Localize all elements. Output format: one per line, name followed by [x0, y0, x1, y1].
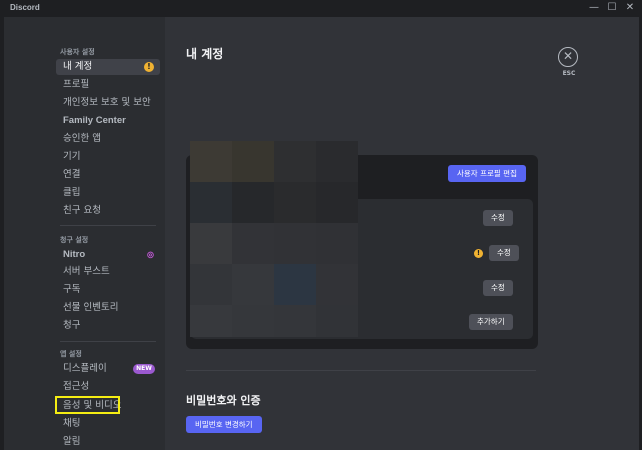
sidebar-divider	[60, 341, 156, 342]
sidebar-item-connections[interactable]: 연결	[56, 167, 160, 183]
sidebar-item-billing[interactable]: 청구	[56, 318, 160, 334]
sidebar-item-clips[interactable]: 클립	[56, 185, 160, 201]
sidebar-item-profile[interactable]: 프로필	[56, 77, 160, 93]
settings-sidebar: 사용자 설정 내 계정 ! 프로필 개인정보 보호 및 보안 Family Ce…	[4, 17, 165, 450]
sidebar-item-friend-requests[interactable]: 친구 요청	[56, 203, 160, 219]
esc-label: ESC	[562, 70, 576, 77]
sidebar-item-nitro[interactable]: Nitro ◎	[56, 247, 160, 263]
new-badge: NEW	[133, 364, 155, 374]
app-title: Discord	[10, 3, 40, 12]
add-button[interactable]: 추가하기	[469, 314, 513, 330]
page-title: 내 계정	[186, 47, 224, 61]
window-titlebar: Discord — ☐ ✕	[0, 0, 642, 17]
edit-phone-button[interactable]: 수정	[483, 280, 513, 296]
password-section-title: 비밀번호와 인증	[186, 394, 261, 407]
section-divider	[186, 370, 536, 371]
sidebar-item-chat[interactable]: 채팅	[56, 416, 160, 432]
nitro-icon: ◎	[147, 250, 154, 259]
sidebar-item-label: 디스플레이	[63, 363, 107, 374]
minimize-button[interactable]: —	[586, 1, 602, 15]
sidebar-item-appearance[interactable]: 디스플레이 NEW	[56, 361, 160, 377]
app-settings-header: 앱 설정	[60, 350, 82, 358]
sidebar-item-label: 내 계정	[63, 61, 93, 72]
sidebar-item-notifications[interactable]: 알림	[56, 434, 160, 450]
sidebar-item-my-account[interactable]: 내 계정 !	[56, 59, 160, 75]
sidebar-item-devices[interactable]: 기기	[56, 149, 160, 165]
settings-content: 내 계정 ✕ ESC 사용자 프로필 편집 수정 ! 수정 수정 추가하기 비밀…	[165, 17, 639, 450]
sidebar-item-privacy-safety[interactable]: 개인정보 보호 및 보안	[56, 95, 160, 111]
sidebar-item-gift-inventory[interactable]: 선물 인벤토리	[56, 300, 160, 316]
sidebar-item-subscriptions[interactable]: 구독	[56, 282, 160, 298]
user-settings-header: 사용자 설정	[60, 48, 95, 56]
maximize-button[interactable]: ☐	[604, 1, 620, 15]
close-window-button[interactable]: ✕	[622, 1, 638, 15]
edit-username-button[interactable]: 수정	[483, 210, 513, 226]
sidebar-item-family-center[interactable]: Family Center	[56, 113, 160, 129]
highlight-box	[55, 396, 120, 414]
edit-email-button[interactable]: 수정	[489, 245, 519, 261]
sidebar-divider	[60, 225, 156, 226]
redacted-profile-area	[190, 141, 358, 337]
sidebar-item-server-boost[interactable]: 서버 부스트	[56, 264, 160, 280]
close-settings-icon[interactable]: ✕	[558, 47, 578, 67]
sidebar-item-label: Nitro	[63, 249, 86, 260]
warning-icon: !	[144, 62, 154, 72]
sidebar-item-accessibility[interactable]: 접근성	[56, 379, 160, 395]
warning-icon: !	[474, 249, 483, 258]
sidebar-item-authorized-apps[interactable]: 승인한 앱	[56, 131, 160, 147]
billing-settings-header: 청구 설정	[60, 236, 89, 244]
change-password-button[interactable]: 비밀번호 변경하기	[186, 416, 262, 433]
edit-user-profile-button[interactable]: 사용자 프로필 편집	[448, 165, 526, 182]
